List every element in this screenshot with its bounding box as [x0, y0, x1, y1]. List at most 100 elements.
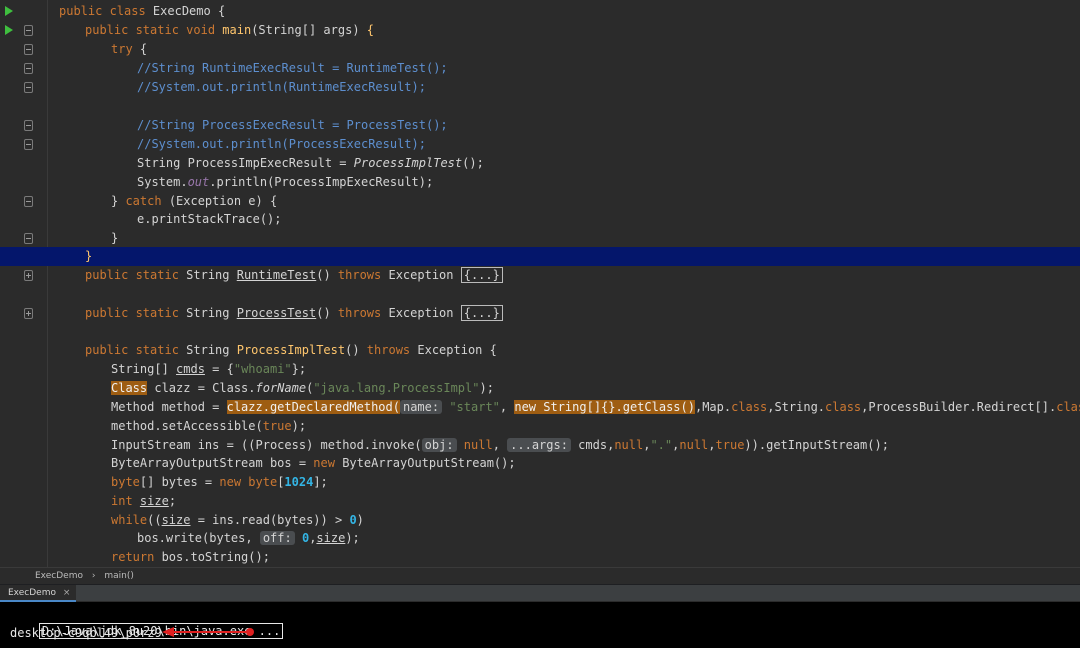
code-line[interactable] — [48, 323, 85, 342]
code-line[interactable]: String ProcessImpExecResult = ProcessImp… — [48, 154, 484, 173]
annotation-arrow-shaft — [172, 631, 250, 633]
collapse-fold-icon[interactable] — [24, 63, 33, 74]
run-tab-execdemo[interactable]: ExecDemo × — [0, 585, 77, 602]
code-line[interactable]: InputStream ins = ((Process) method.invo… — [48, 436, 889, 455]
code-line[interactable]: bos.write(bytes, off: 0,size); — [48, 529, 360, 548]
close-icon[interactable]: × — [63, 588, 71, 598]
code-line[interactable]: Method method = clazz.getDeclaredMethod(… — [48, 398, 1080, 417]
gutter-row — [0, 154, 48, 173]
gutter-row — [0, 492, 48, 511]
gutter-row — [0, 173, 48, 192]
annotation-arrow-dot — [246, 628, 254, 636]
gutter-row — [0, 417, 48, 436]
code-line[interactable]: ByteArrayOutputStream bos = new ByteArra… — [48, 454, 516, 473]
code-line[interactable]: return bos.toString(); — [48, 548, 270, 567]
code-token: "." — [650, 438, 673, 452]
gutter-row — [0, 379, 48, 398]
code-line[interactable]: public static void main(String[] args) { — [48, 21, 374, 40]
run-tab-label: ExecDemo — [8, 588, 56, 598]
code-token: (Exception e) { — [168, 194, 278, 208]
code-token: () — [345, 343, 367, 357]
code-token: null — [614, 438, 644, 452]
editor-gutter — [0, 0, 48, 567]
breadcrumb-method[interactable]: main() — [104, 571, 134, 581]
code-token: , — [708, 438, 716, 452]
code-token: ByteArrayOutputStream bos = — [111, 456, 314, 470]
breadcrumb-class[interactable]: ExecDemo — [35, 571, 83, 581]
code-token: ProcessImplTest — [353, 156, 463, 170]
collapse-fold-icon[interactable] — [24, 25, 33, 36]
code-line[interactable]: public static String ProcessImplTest() t… — [48, 341, 497, 360]
collapse-fold-icon[interactable] — [24, 233, 33, 244]
code-token: Exception — [388, 306, 461, 320]
code-token: } — [111, 194, 126, 208]
console-command-line: D:\Java\jdk_8u20\bin\java.exe ... — [10, 604, 284, 639]
code-line[interactable]: String[] cmds = {"whoami"}; — [48, 360, 306, 379]
code-token: true — [262, 419, 292, 433]
code-line[interactable]: try { — [48, 40, 147, 59]
code-token: new byte — [219, 475, 278, 489]
collapse-fold-icon[interactable] — [24, 120, 33, 131]
code-token: ); — [345, 531, 360, 545]
gutter-row — [0, 116, 48, 135]
gutter-row — [0, 304, 48, 323]
code-token: .println(ProcessImpExecResult); — [209, 175, 434, 189]
code-token: { — [139, 42, 148, 56]
gutter-row — [0, 40, 48, 59]
collapse-fold-icon[interactable] — [24, 82, 33, 93]
code-token: "start" — [442, 400, 500, 414]
code-line[interactable]: Class clazz = Class.forName("java.lang.P… — [48, 379, 494, 398]
code-token: catch — [125, 194, 169, 208]
code-token: Class — [111, 381, 148, 395]
code-token: ]; — [313, 475, 328, 489]
code-token: class — [825, 400, 862, 414]
code-token: ProcessImplTest — [236, 343, 346, 357]
code-token: ,ProcessBuilder.Redirect[]. — [861, 400, 1057, 414]
code-line[interactable]: int size; — [48, 492, 176, 511]
code-token: public static — [85, 343, 187, 357]
expand-fold-icon[interactable] — [24, 270, 33, 281]
code-line[interactable]: } — [0, 247, 1080, 266]
run-icon[interactable] — [5, 6, 13, 16]
code-token: main — [222, 23, 252, 37]
code-line[interactable]: public static String ProcessTest() throw… — [48, 304, 503, 323]
code-line[interactable]: System.out.println(ProcessImpExecResult)… — [48, 173, 433, 192]
collapse-fold-icon[interactable] — [24, 196, 33, 207]
code-editor[interactable]: public class ExecDemo {public static voi… — [0, 0, 1080, 567]
code-line[interactable]: //System.out.println(RuntimeExecResult); — [48, 78, 426, 97]
code-token: System. — [137, 175, 188, 189]
run-icon[interactable] — [5, 25, 13, 35]
code-line[interactable]: public static String RuntimeTest() throw… — [48, 266, 503, 285]
code-line[interactable]: } catch (Exception e) { — [48, 192, 277, 211]
code-token: String[] — [111, 362, 177, 376]
code-token: null — [679, 438, 709, 452]
code-token: return — [111, 550, 162, 564]
code-line[interactable]: while((size = ins.read(bytes)) > 0) — [48, 511, 364, 530]
code-line[interactable]: method.setAccessible(true); — [48, 417, 306, 436]
code-token: ) — [356, 513, 364, 527]
code-token: try — [111, 42, 140, 56]
code-line[interactable]: //System.out.println(ProcessExecResult); — [48, 135, 426, 154]
code-token: cmds, — [570, 438, 615, 452]
code-line[interactable] — [48, 97, 137, 116]
collapse-fold-icon[interactable] — [24, 44, 33, 55]
code-line[interactable]: //String ProcessExecResult = ProcessTest… — [48, 116, 448, 135]
code-token: bos.toString(); — [161, 550, 270, 564]
gutter-row — [0, 266, 48, 285]
code-token: ); — [291, 419, 307, 433]
run-console[interactable]: D:\Java\jdk_8u20\bin\java.exe ... deskto… — [0, 602, 1080, 648]
code-line[interactable]: } — [48, 229, 118, 248]
code-token: 1024 — [284, 475, 314, 489]
code-line[interactable]: byte[] bytes = new byte[1024]; — [48, 473, 328, 492]
collapse-fold-icon[interactable] — [24, 139, 33, 150]
code-line[interactable]: e.printStackTrace(); — [48, 210, 282, 229]
code-token: () — [316, 306, 338, 320]
code-line[interactable] — [48, 285, 85, 304]
gutter-row — [0, 21, 48, 40]
expand-fold-icon[interactable] — [24, 308, 33, 319]
code-token: clazz.getDeclaredMethod( — [226, 400, 400, 414]
code-token: public static void — [85, 23, 223, 37]
code-token: true — [715, 438, 745, 452]
code-line[interactable]: public class ExecDemo { — [48, 2, 225, 21]
code-line[interactable]: //String RuntimeExecResult = RuntimeTest… — [48, 59, 448, 78]
